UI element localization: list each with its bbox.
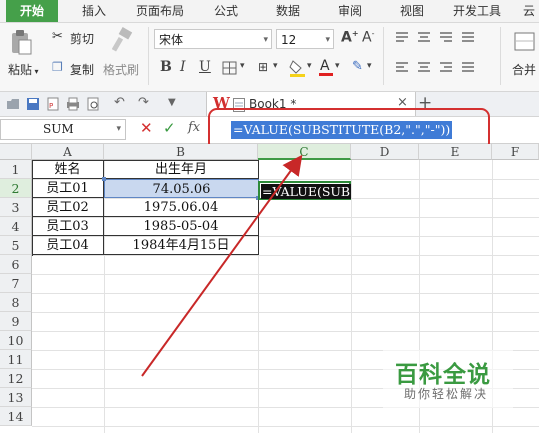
watermark-subtitle: 助你轻松解决 xyxy=(404,387,489,401)
watermark-title: 百科全说 xyxy=(395,362,491,388)
